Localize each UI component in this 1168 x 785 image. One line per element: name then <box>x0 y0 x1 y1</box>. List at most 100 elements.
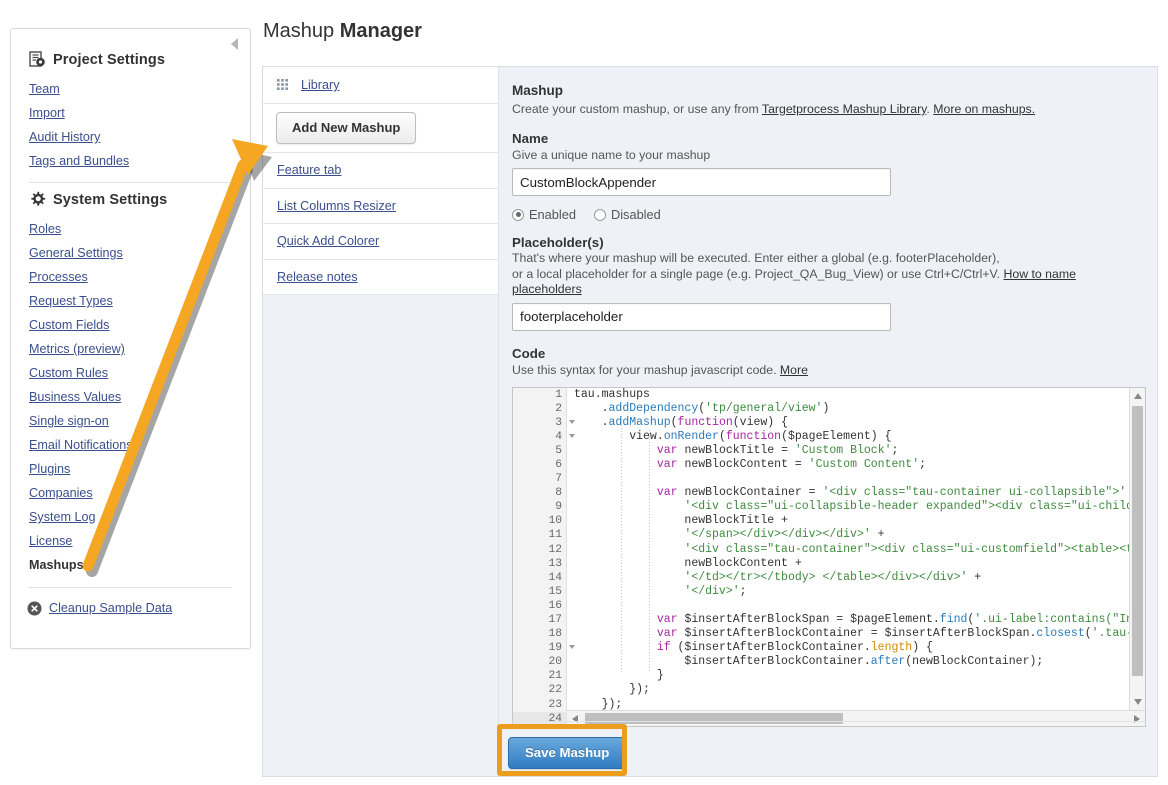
editor-code-line <box>567 472 1129 486</box>
editor-code-line: }); <box>574 683 650 697</box>
sidebar-item-metrics-preview[interactable]: Metrics (preview) <box>11 337 250 361</box>
editor-code-line: '<div class="ui-collapsible-header expan… <box>684 500 1129 514</box>
editor-code-line: view.onRender(function($pageElement) { <box>574 429 892 443</box>
cleanup-sample-data-row[interactable]: Cleanup Sample Data <box>11 596 250 620</box>
editor-line-number: 1 <box>555 388 562 401</box>
project-settings-header: Project Settings <box>11 51 250 68</box>
editor-line-number: 22 <box>548 684 562 697</box>
mashup-link[interactable]: Release notes <box>277 270 358 284</box>
sidebar-item-audit-history[interactable]: Audit History <box>11 125 250 149</box>
form-section-description: Create your custom mashup, or use any fr… <box>512 101 1145 118</box>
sidebar-item-team[interactable]: Team <box>11 77 250 101</box>
app-root: Project Settings Team Import Audit Histo… <box>0 0 1168 785</box>
editor-line-number: 5 <box>555 444 562 457</box>
close-circle-icon <box>27 601 42 616</box>
add-new-mashup-button[interactable]: Add New Mashup <box>276 112 417 144</box>
desc-pre: Create your custom mashup, or use any fr… <box>512 102 762 116</box>
sidebar-item-system-log[interactable]: System Log <box>11 505 250 529</box>
sidebar-divider-bottom <box>29 587 232 588</box>
editor-line-number: 9 <box>555 501 562 514</box>
editor-code-line: '<div class="tau-container"><div class="… <box>684 542 1129 556</box>
editor-code-line: var $insertAfterBlockContainer = $insert… <box>656 627 1129 641</box>
cleanup-sample-data-link[interactable]: Cleanup Sample Data <box>49 596 172 620</box>
mashup-list-item-list-columns-resizer[interactable]: List Columns Resizer <box>263 188 498 224</box>
sidebar-item-request-types[interactable]: Request Types <box>11 289 250 313</box>
mashup-list-item-quick-add-colorer[interactable]: Quick Add Colorer <box>263 224 498 260</box>
editor-line-number: 4 <box>513 430 575 444</box>
project-settings-icon <box>29 51 46 68</box>
code-editor[interactable]: 1 2 3 4 5 6 7 8 9 10 11 12 13 14 15 16 17 18 19 20 21 22 23 24 … <box>512 386 1146 727</box>
mashup-name-input[interactable] <box>512 168 891 196</box>
sidebar-item-custom-rules[interactable]: Custom Rules <box>11 361 250 385</box>
editor-code-line: var $insertAfterBlockSpan = $pageElement… <box>656 613 1129 626</box>
scroll-up-arrow-icon[interactable] <box>1130 388 1145 404</box>
editor-code-line: .addDependency('tp/general/view') <box>574 401 830 415</box>
mashup-link[interactable]: List Columns Resizer <box>277 199 396 213</box>
editor-code-line: var newBlockContent = 'Custom Content'; <box>656 457 926 471</box>
editor-code-line: tau.mashups <box>574 387 650 401</box>
code-label: Code <box>512 345 546 361</box>
project-settings-label: Project Settings <box>53 51 165 68</box>
sidebar-item-general-settings[interactable]: General Settings <box>11 241 250 265</box>
form-section-title: Mashup <box>512 83 564 98</box>
editor-code-line <box>567 599 1129 613</box>
sidebar-item-roles[interactable]: Roles <box>11 217 250 241</box>
sidebar-collapse-button[interactable] <box>228 35 242 53</box>
placeholder-input[interactable] <box>512 302 891 331</box>
code-hint: Use this syntax for your mashup javascri… <box>512 362 1145 378</box>
editor-code-line: var newBlockContainer = '<div class="tau… <box>656 486 1127 500</box>
editor-line-number: 6 <box>555 458 562 471</box>
sidebar-item-custom-fields[interactable]: Custom Fields <box>11 313 250 337</box>
editor-vertical-scrollbar[interactable] <box>1129 387 1145 710</box>
editor-code-line: .addMashup(function(view) { <box>574 415 788 429</box>
sidebar-item-tags-and-bundles[interactable]: Tags and Bundles <box>11 149 250 173</box>
mashup-list-item-feature-tab[interactable]: Feature tab <box>263 153 498 189</box>
editor-code-line: newBlockTitle + <box>574 514 788 528</box>
editor-code-line: '</span></div></div></div>' + <box>684 528 885 542</box>
mashup-form-panel: Mashup Create your custom mashup, or use… <box>498 66 1158 777</box>
mashup-list-item-release-notes[interactable]: Release notes <box>263 259 498 295</box>
scroll-down-arrow-icon[interactable] <box>1130 694 1145 710</box>
sidebar-item-business-values[interactable]: Business Values <box>11 385 250 409</box>
mashup-link[interactable]: Feature tab <box>277 163 341 177</box>
editor-line-number: 13 <box>548 557 562 570</box>
editor-line-number: 3 <box>513 416 575 430</box>
sidebar-item-mashups[interactable]: Mashups <box>11 553 250 577</box>
editor-line-number: 12 <box>548 543 562 556</box>
editor-code-line: '</td></tr></tbody> </table></div></div>… <box>684 570 982 584</box>
page-title-bold: Manager <box>339 20 422 42</box>
save-button-highlight-annotation <box>497 724 627 776</box>
editor-line-number: 23 <box>548 698 562 711</box>
editor-line-number: 19 <box>513 641 575 655</box>
radio-disabled[interactable] <box>593 208 606 221</box>
enabled-disabled-radio-group: Enabled Disabled <box>512 207 1145 222</box>
editor-line-number: 21 <box>548 670 562 683</box>
sidebar-item-plugins[interactable]: Plugins <box>11 457 250 481</box>
sidebar-item-companies[interactable]: Companies <box>11 481 250 505</box>
editor-code-content[interactable]: tau.mashups .addDependency('tp/general/v… <box>567 388 1129 710</box>
library-row[interactable]: Library <box>263 67 498 104</box>
editor-code-line: }); <box>574 697 623 710</box>
editor-code-line: var newBlockTitle = 'Custom Block'; <box>656 443 899 457</box>
library-link[interactable]: Library <box>301 78 340 92</box>
system-settings-label: System Settings <box>53 191 168 208</box>
mashup-link[interactable]: Quick Add Colorer <box>277 234 379 248</box>
sidebar-item-processes[interactable]: Processes <box>11 265 250 289</box>
placeholders-hint-line2: or a local placeholder for a single page… <box>512 266 1001 281</box>
sidebar-item-single-sign-on[interactable]: Single sign-on <box>11 409 250 433</box>
sidebar-item-license[interactable]: License <box>11 529 250 553</box>
system-settings-header: System Settings <box>11 191 250 208</box>
code-more-link[interactable]: More <box>780 363 808 377</box>
editor-line-number: 7 <box>555 473 562 486</box>
page-title: Mashup Manager <box>263 20 422 43</box>
mashup-library-link[interactable]: Targetprocess Mashup Library <box>762 102 927 116</box>
editor-code-line: if ($insertAfterBlockContainer.length) { <box>656 641 933 655</box>
radio-enabled[interactable] <box>512 208 524 221</box>
sidebar-item-import[interactable]: Import <box>11 101 250 125</box>
more-on-mashups-link[interactable]: More on mashups. <box>933 102 1035 116</box>
sidebar-item-email-notifications[interactable]: Email Notifications <box>11 433 250 457</box>
editor-line-number: 10 <box>548 515 562 528</box>
editor-line-number: 8 <box>555 487 562 500</box>
editor-vertical-scroll-thumb[interactable] <box>1132 405 1143 676</box>
editor-line-number: 20 <box>548 656 562 669</box>
